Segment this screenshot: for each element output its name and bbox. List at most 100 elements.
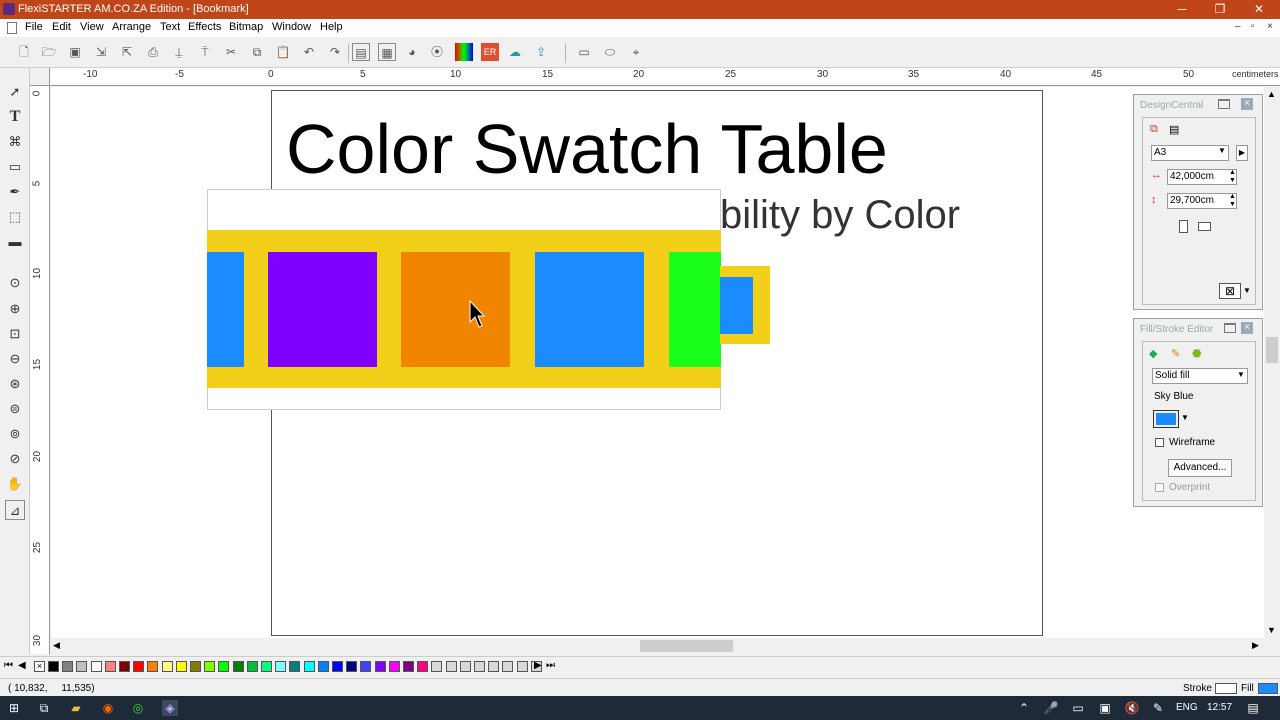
chevron-down-icon[interactable]: ▼	[1181, 413, 1189, 422]
scroll-down-icon[interactable]: ▼	[1267, 625, 1276, 635]
panel-close-icon[interactable]: ×	[1241, 98, 1253, 110]
palette-swatch[interactable]	[303, 661, 315, 672]
palette-empty-swatch[interactable]	[459, 661, 471, 672]
language-indicator[interactable]: ENG	[1176, 702, 1198, 713]
palette-empty-swatch[interactable]	[431, 661, 443, 672]
cutter-icon[interactable]: ⍊	[170, 43, 188, 61]
wireframe-checkbox[interactable]	[1155, 438, 1164, 447]
palette-swatch[interactable]	[119, 661, 130, 672]
panel-maximize-icon[interactable]	[1224, 323, 1236, 333]
palette-next-icon[interactable]: ▶	[534, 660, 542, 671]
clock[interactable]: 12:57	[1207, 702, 1232, 713]
print-icon[interactable]: ⎙	[144, 43, 162, 61]
palette-swatch[interactable]	[246, 661, 258, 672]
landscape-icon[interactable]	[1198, 222, 1211, 231]
cloud-upload-icon[interactable]: ⇪	[532, 43, 550, 61]
import-icon[interactable]: ⇲	[92, 43, 110, 61]
menu-text[interactable]: Text	[160, 21, 180, 33]
swatch-orange[interactable]	[401, 252, 510, 367]
zoom-previous-icon[interactable]: ⊜	[5, 399, 25, 419]
zoom-fit-icon[interactable]: ⊙	[5, 273, 25, 293]
palette-first-icon[interactable]: ⏮	[4, 660, 13, 671]
flexi-app-icon[interactable]: ◈	[162, 700, 178, 716]
design-central-icon[interactable]: ▤	[352, 43, 370, 61]
export-icon[interactable]: ⇱	[118, 43, 136, 61]
palette-swatch[interactable]	[175, 661, 187, 672]
horizontal-ruler[interactable]: -10 -5 0 5 10 15 20 25 30 35 40 45 50 ce…	[50, 68, 1280, 86]
palette-swatch[interactable]	[218, 661, 230, 672]
swatch-strip[interactable]	[207, 230, 721, 388]
swatch-blue[interactable]	[535, 252, 644, 367]
paste-icon[interactable]: 📋	[274, 43, 292, 61]
crosshair-icon[interactable]: ⌖	[627, 43, 645, 61]
palette-swatch[interactable]	[374, 661, 386, 672]
palette-swatch[interactable]	[261, 661, 272, 672]
fill-tab-icon[interactable]: ◆	[1149, 347, 1157, 360]
zoom-selection-icon[interactable]: ⊚	[5, 424, 25, 444]
panel-maximize-icon[interactable]	[1218, 99, 1230, 109]
mdi-restore-icon[interactable]: ▫	[1251, 21, 1255, 32]
zoom-in-icon[interactable]: ⊕	[5, 299, 25, 319]
document-heading[interactable]: Color Swatch Table	[286, 109, 888, 189]
horizontal-scrollbar[interactable]: ◀ ▶	[51, 638, 1264, 654]
cloud-icon[interactable]: ☁	[506, 43, 524, 61]
fill-color-button[interactable]	[1153, 410, 1179, 428]
rectangle-icon[interactable]: ▭	[575, 43, 593, 61]
palette-swatch[interactable]	[204, 661, 216, 672]
palette-swatch[interactable]	[190, 661, 201, 672]
palette-swatch[interactable]	[403, 661, 414, 672]
chevron-down-icon[interactable]: ▼	[1218, 146, 1226, 155]
restore-button[interactable]: ❐	[1201, 1, 1239, 18]
zoom-out-icon[interactable]: ⊖	[5, 349, 25, 369]
document-tab-icon[interactable]: ▤	[1169, 123, 1179, 136]
palette-swatch[interactable]	[104, 661, 116, 672]
page-width-field[interactable]: 42,000cm	[1167, 169, 1237, 185]
close-button[interactable]: ✕	[1240, 1, 1278, 18]
palette-swatch[interactable]	[62, 661, 74, 672]
transform-tool-icon[interactable]: ⬚	[5, 207, 25, 227]
document-subheading[interactable]: bility by Color	[720, 193, 960, 238]
fill-indicator[interactable]	[1258, 683, 1278, 694]
palette-empty-swatch[interactable]	[516, 661, 528, 672]
palette-swatch[interactable]	[133, 661, 145, 672]
undo-icon[interactable]: ↶	[300, 43, 318, 61]
menu-edit[interactable]: Edit	[52, 21, 71, 33]
portrait-icon[interactable]	[1179, 220, 1188, 233]
zoom-all-icon[interactable]: ⊛	[5, 374, 25, 394]
stroke-indicator[interactable]	[1215, 683, 1237, 694]
palette-swatch[interactable]	[48, 661, 59, 672]
scroll-thumb[interactable]	[640, 640, 733, 652]
palette-swatch[interactable]	[232, 661, 244, 672]
zoom-tool-icon[interactable]: ⦿	[428, 43, 446, 61]
chevron-down-icon[interactable]: ▼	[1237, 370, 1245, 379]
page-setup-tab-icon[interactable]: ⧉	[1150, 123, 1158, 136]
vertical-ruler[interactable]: 0 5 10 15 20 25 30	[30, 86, 50, 654]
chevron-down-icon[interactable]: ▼	[1243, 286, 1251, 295]
swatch-blue-tail[interactable]	[720, 277, 753, 334]
palette-empty-swatch[interactable]	[445, 661, 457, 672]
palette-swatch[interactable]	[346, 661, 358, 672]
scroll-up-icon[interactable]: ▲	[1267, 89, 1276, 99]
palette-empty-swatch[interactable]	[474, 661, 485, 672]
network-icon[interactable]: ▣	[1097, 700, 1113, 716]
width-spinner-icon[interactable]: ▲ ▼	[1229, 169, 1236, 185]
swatch-green[interactable]	[669, 252, 721, 367]
palette-swatch[interactable]	[417, 661, 429, 672]
zoom-page-icon[interactable]: ⊡	[5, 324, 25, 344]
minimize-button[interactable]: ─	[1163, 1, 1201, 18]
menu-view[interactable]: View	[80, 21, 104, 33]
menu-help[interactable]: Help	[320, 21, 343, 33]
palette-swatch[interactable]	[161, 661, 173, 672]
menu-file[interactable]: File	[25, 21, 43, 33]
palette-swatch[interactable]	[360, 661, 372, 672]
palette-swatch[interactable]	[332, 661, 343, 672]
battery-icon[interactable]: ▭	[1070, 700, 1086, 716]
measure-tool-icon[interactable]: ▬	[5, 232, 25, 252]
panel-close-icon[interactable]: ×	[1241, 322, 1253, 334]
eyedropper-icon[interactable]: ⊿	[5, 500, 25, 520]
cut-icon[interactable]: ✂	[222, 43, 240, 61]
open-icon[interactable]: 🗁	[40, 43, 58, 61]
menu-bitmap[interactable]: Bitmap	[229, 21, 263, 33]
next-page-icon[interactable]: ▶	[1236, 145, 1248, 161]
palette-swatch[interactable]	[289, 661, 301, 672]
